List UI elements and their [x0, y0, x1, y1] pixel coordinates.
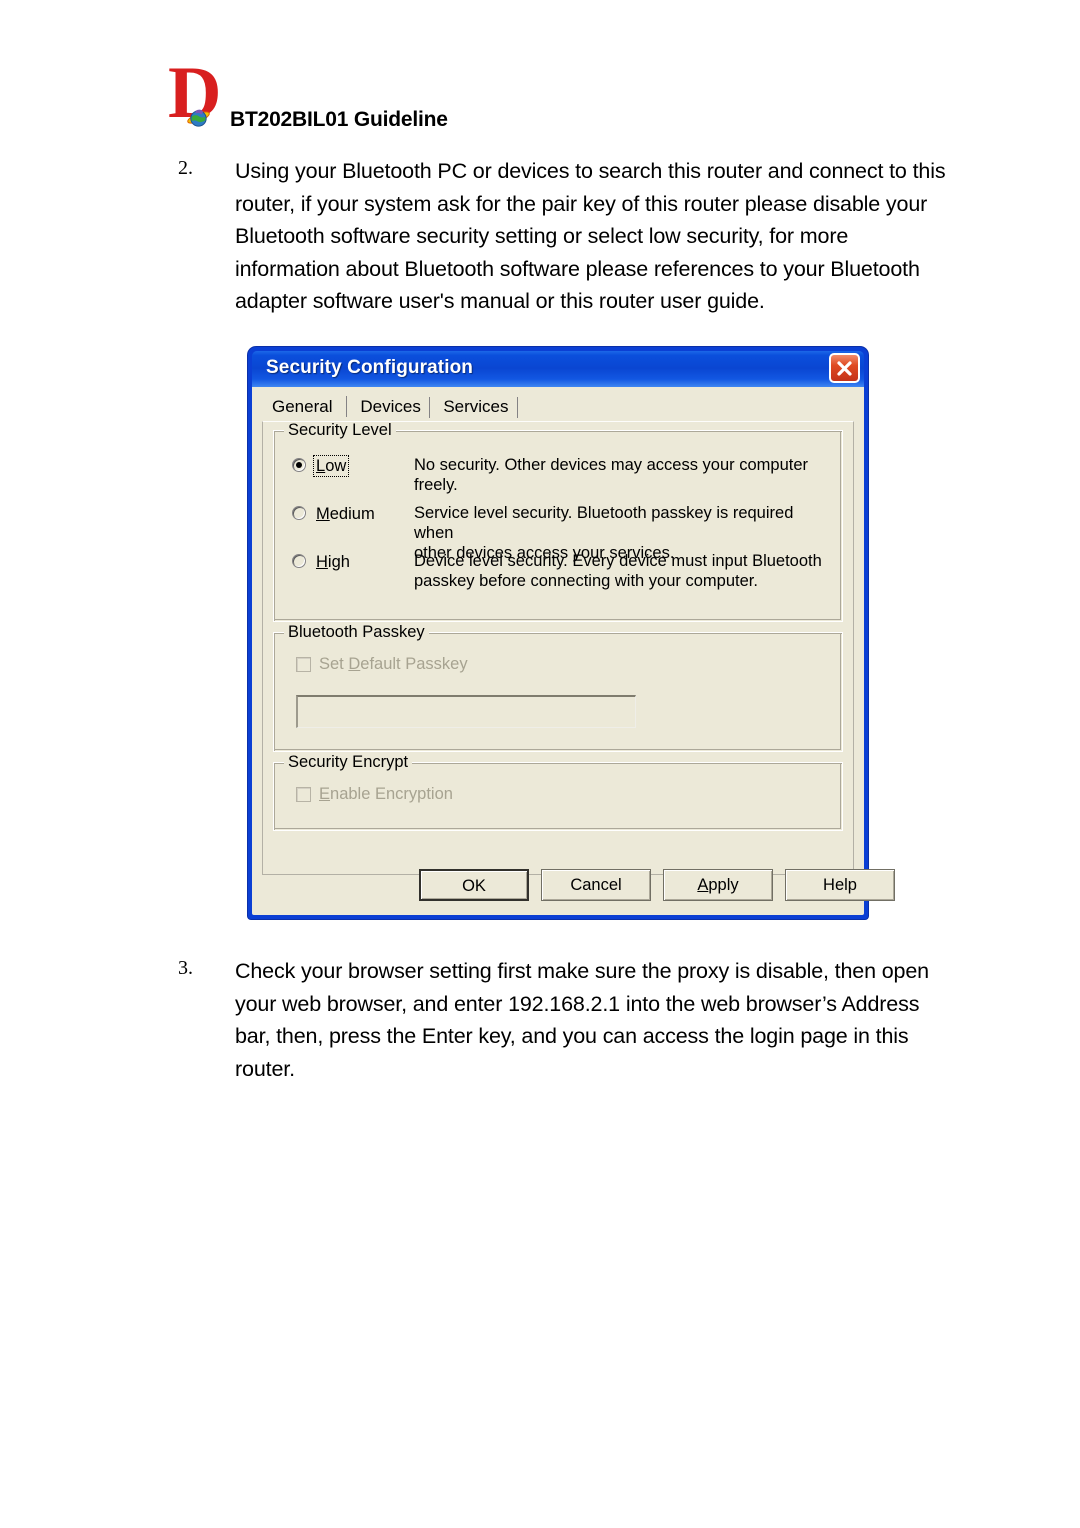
step-3-text: Check your browser setting first make su…: [235, 959, 929, 1081]
dialog-titlebar[interactable]: Security Configuration: [252, 351, 864, 387]
apply-button[interactable]: Apply: [663, 869, 773, 901]
dialog-title: Security Configuration: [266, 357, 473, 378]
close-icon[interactable]: [829, 353, 860, 383]
radio-desc-low: No security. Other devices may access yo…: [414, 456, 809, 494]
security-configuration-dialog: Security Configuration General Devices S…: [248, 347, 895, 919]
radio-low[interactable]: [292, 458, 306, 472]
close-x-glyph: [837, 361, 852, 376]
security-level-group-title: Security Level: [284, 422, 396, 439]
radio-desc-high: Device level security. Every device must…: [414, 552, 822, 590]
instruction-step-2: 2. Using your Bluetooth PC or devices to…: [178, 155, 948, 318]
dialog-button-bar: OK Cancel Apply Help: [261, 869, 895, 903]
tabstrip: General Devices Services: [263, 395, 855, 421]
tab-devices[interactable]: Devices: [351, 395, 431, 420]
security-encrypt-group: Security Encrypt Enable Encryption: [273, 754, 843, 831]
checkbox-label-enable-encryption: Enable Encryption: [319, 785, 453, 803]
checkbox-enable-encryption: [296, 787, 311, 802]
instruction-step-3: 3. Check your browser setting first make…: [178, 955, 948, 1085]
tab-services[interactable]: Services: [434, 395, 518, 420]
cancel-button[interactable]: Cancel: [541, 869, 651, 901]
step-2-number: 2.: [178, 157, 193, 179]
ok-button[interactable]: OK: [419, 869, 529, 901]
radio-high[interactable]: [292, 554, 306, 568]
radio-label-high[interactable]: High: [313, 551, 353, 573]
tab-general[interactable]: General: [263, 395, 342, 420]
bluetooth-passkey-group-title: Bluetooth Passkey: [284, 624, 429, 641]
checkbox-set-default-passkey: [296, 657, 311, 672]
tab-separator-1: [345, 396, 347, 417]
radio-medium[interactable]: [292, 506, 306, 520]
page-header: D BT202BIL01 Guideline: [168, 56, 928, 142]
security-level-group: Security Level Low No security. Other de…: [273, 422, 843, 622]
radio-label-low[interactable]: Low: [313, 455, 350, 477]
security-encrypt-group-title: Security Encrypt: [284, 754, 413, 771]
bluetooth-passkey-group: Bluetooth Passkey Set Default Passkey: [273, 624, 843, 752]
passkey-input: [296, 695, 636, 728]
tab-panel-general: Security Level Low No security. Other de…: [262, 421, 854, 875]
checkbox-label-set-default-passkey: Set Default Passkey: [319, 655, 468, 673]
radio-label-medium[interactable]: Medium: [313, 503, 378, 525]
step-3-number: 3.: [178, 957, 193, 979]
help-button[interactable]: Help: [785, 869, 895, 901]
step-2-text: Using your Bluetooth PC or devices to se…: [235, 159, 946, 313]
page-title: BT202BIL01 Guideline: [230, 108, 448, 131]
globe-icon: [187, 109, 210, 127]
dialog-body: General Devices Services Security Level …: [252, 387, 895, 915]
